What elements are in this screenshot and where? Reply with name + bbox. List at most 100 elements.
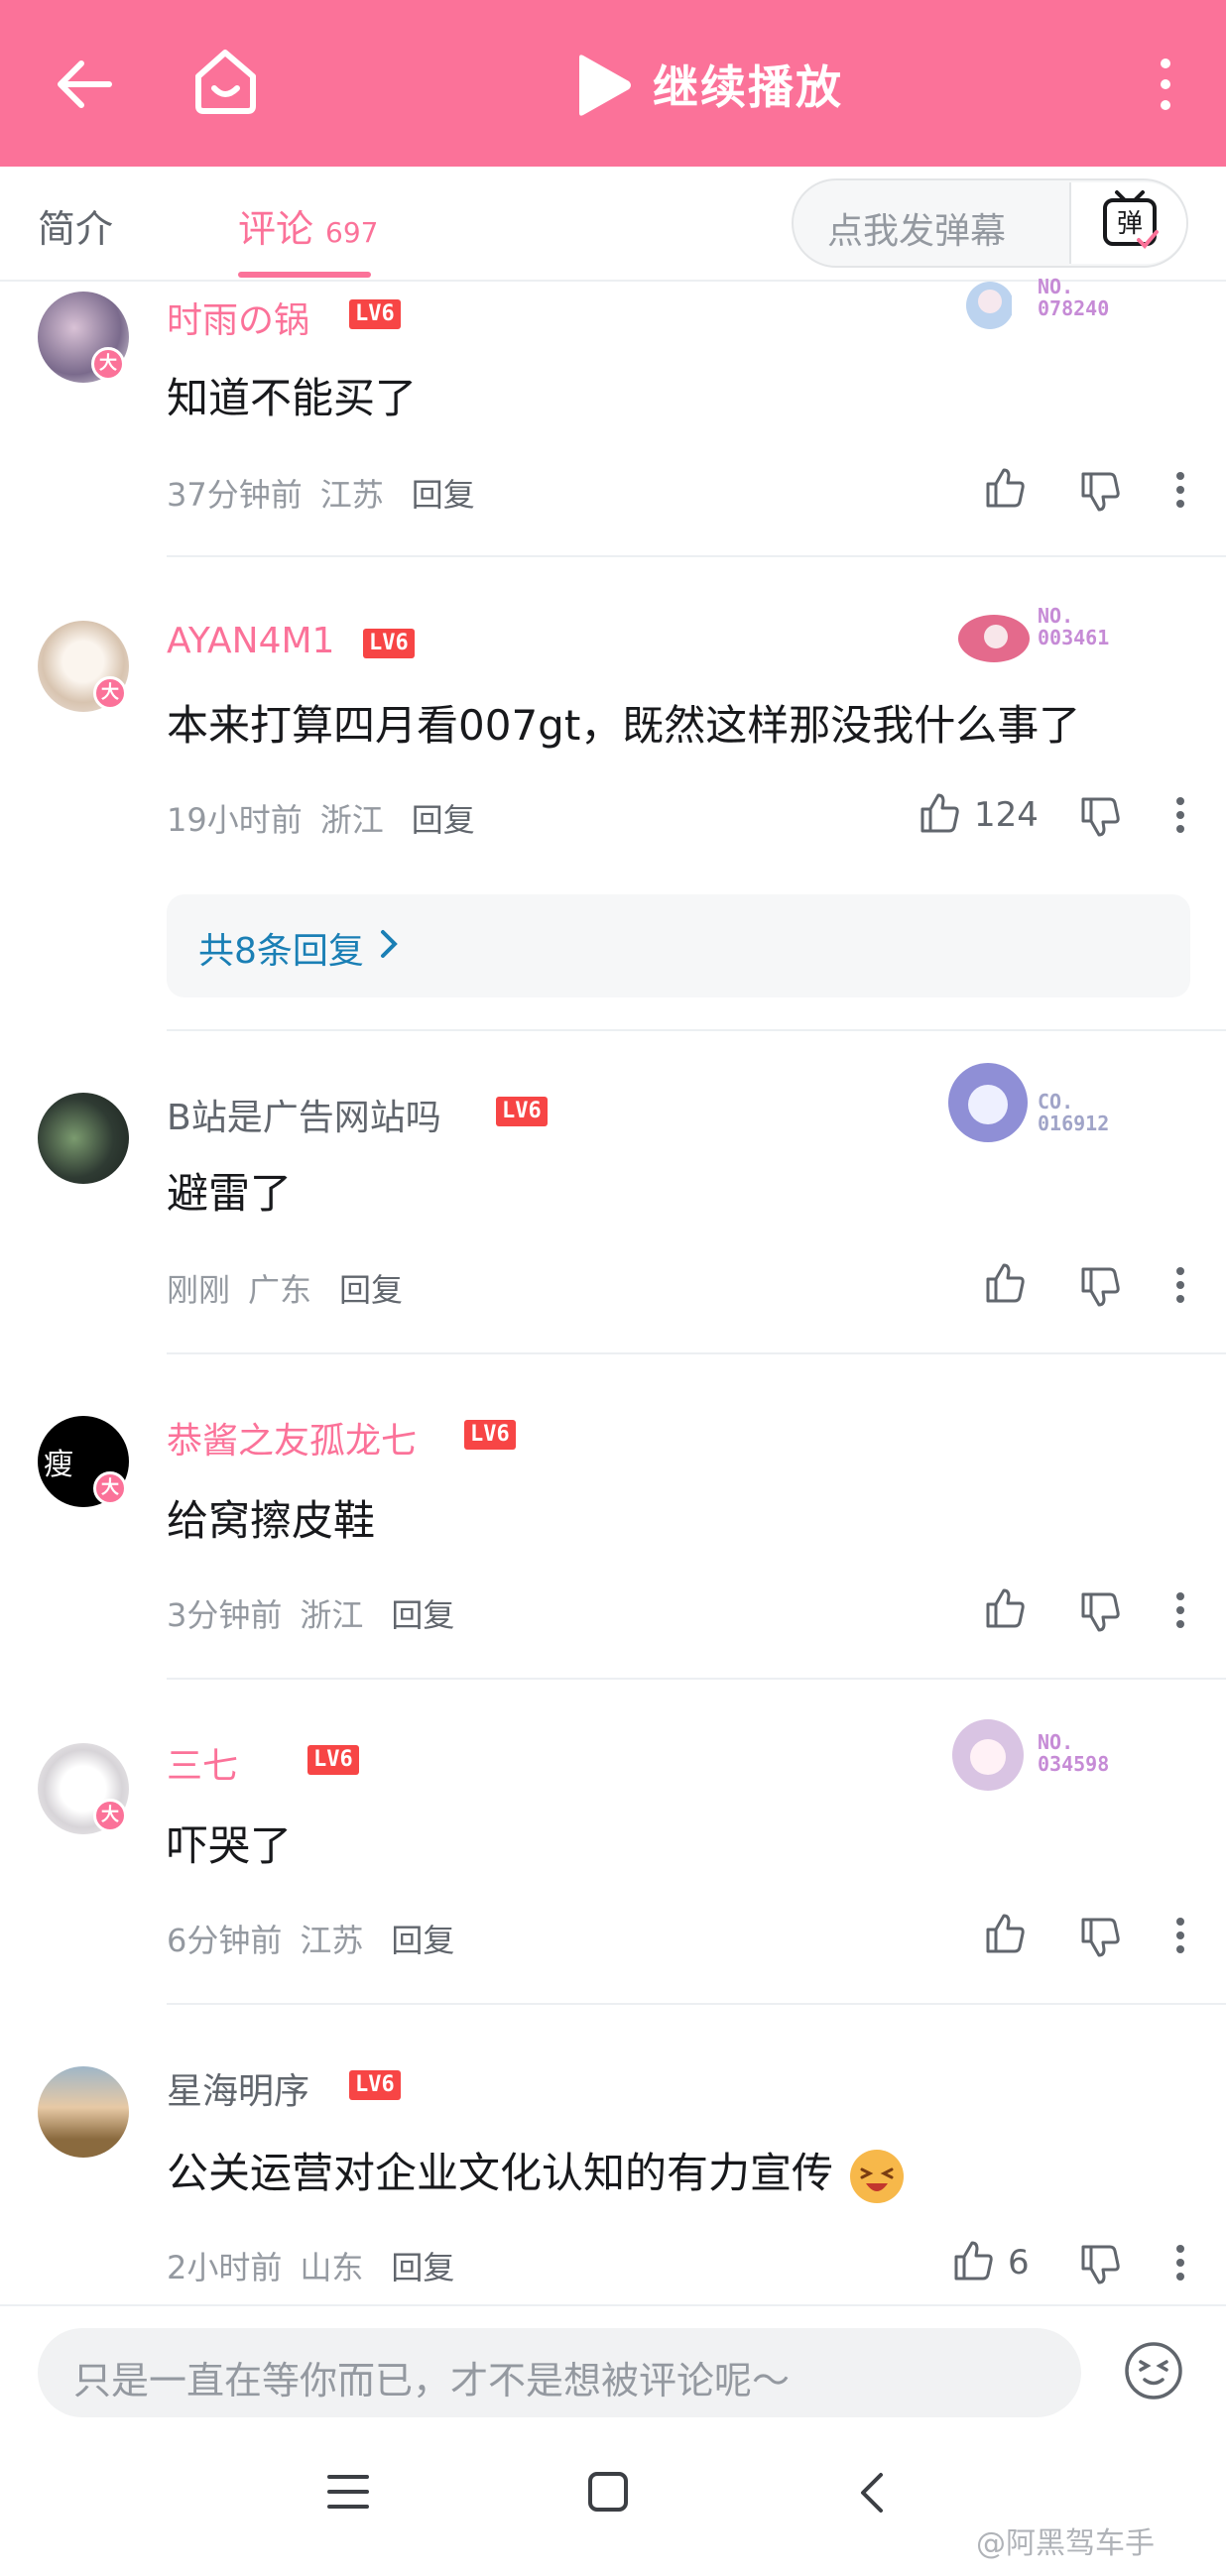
comment-time: 刚刚 [167, 1271, 231, 1309]
more-vertical-icon[interactable] [1151, 50, 1180, 119]
comment-text: 吓哭了 [167, 1821, 293, 1870]
comment-text: 避雷了 [167, 1169, 293, 1218]
divider [167, 1678, 1226, 1680]
fan-badge-character-icon [958, 615, 1030, 662]
danmaku-placeholder: 点我发弹幕 [827, 211, 1007, 252]
reply-button[interactable]: 回复 [391, 2249, 454, 2286]
comment-meta: 37分钟前 江苏 回复 [167, 470, 475, 516]
reply-button[interactable]: 回复 [391, 1922, 454, 1959]
comment-time: 2小时前 [167, 2249, 283, 2286]
dislike-icon[interactable] [1077, 1588, 1125, 1636]
dislike-icon[interactable] [1077, 2241, 1125, 2288]
level-badge: LV6 [349, 299, 401, 329]
menu-icon[interactable] [325, 2469, 371, 2515]
danmaku-toggle-button[interactable]: 弹 [1069, 182, 1186, 264]
comment-meta: 2小时前 山东 回复 [167, 2243, 454, 2288]
danmaku-tv-icon: 弹 [1103, 190, 1159, 249]
fan-badge-character-icon [952, 1719, 1024, 1791]
comment-input[interactable]: 只是一直在等你而已，才不是想被评论呢～ [38, 2328, 1081, 2417]
comment-time: 37分钟前 [167, 476, 303, 514]
comment-more-icon[interactable] [1170, 1912, 1190, 1959]
avatar[interactable] [38, 2066, 129, 2158]
dislike-icon[interactable] [1077, 793, 1125, 841]
username[interactable]: 恭酱之友孤龙七 [167, 1412, 417, 1464]
dislike-icon[interactable] [1077, 468, 1125, 516]
comment-input-placeholder: 只是一直在等你而已，才不是想被评论呢～ [73, 2359, 791, 2402]
username[interactable]: B站是广告网站吗 [167, 1089, 441, 1140]
arrow-left-icon[interactable] [50, 50, 119, 119]
home-icon[interactable] [188, 45, 263, 119]
comment-location: 江苏 [319, 476, 384, 514]
comment-text: 给窝擦皮鞋 [167, 1496, 376, 1545]
square-home-icon[interactable] [585, 2469, 631, 2515]
continue-play-title[interactable]: 继续播放 [653, 52, 843, 117]
tab-comments-label: 评论 [238, 207, 314, 251]
level-badge: LV6 [307, 1745, 359, 1775]
comment-more-icon[interactable] [1170, 2239, 1190, 2286]
like-count: 6 [1008, 2243, 1030, 2283]
username[interactable]: AYAN4M1 [167, 621, 334, 661]
comment-text-content: 公关运营对企业文化认知的有力宣传 [167, 2149, 834, 2197]
comment-more-icon[interactable] [1170, 466, 1190, 514]
level-badge: LV6 [363, 629, 415, 658]
fan-badge-number: NO. 034598 [1038, 1730, 1110, 1776]
fan-badge-number: NO. 003461 [1038, 604, 1110, 649]
comment-location: 山东 [300, 2249, 364, 2286]
comment-more-icon[interactable] [1170, 1586, 1190, 1634]
comment-meta: 3分钟前 浙江 回复 [167, 1590, 454, 1636]
comment-time: 6分钟前 [167, 1922, 283, 1959]
fan-badge-number: NO. 078240 [1038, 275, 1110, 320]
username[interactable]: 星海明序 [167, 2062, 309, 2114]
dislike-icon[interactable] [1077, 1914, 1125, 1961]
reply-button[interactable]: 回复 [412, 476, 475, 514]
username[interactable]: 三七 [167, 1737, 238, 1789]
danmaku-input[interactable]: 点我发弹幕 弹 [792, 178, 1188, 268]
comments-count: 697 [325, 216, 379, 249]
reply-button[interactable]: 回复 [339, 1271, 403, 1309]
username[interactable]: 时雨の锅 [167, 292, 309, 343]
fan-badge-number: CO. 016912 [1038, 1090, 1110, 1135]
comment-time: 3分钟前 [167, 1596, 283, 1634]
like-icon[interactable] [982, 1584, 1030, 1632]
system-nav-bar: @阿黑驾车手 [0, 2427, 1226, 2576]
comment-meta: 6分钟前 江苏 回复 [167, 1916, 454, 1961]
fan-badge: NO. 078240 [932, 272, 1161, 351]
replies-count-label: 共8条回复 [198, 931, 364, 972]
tab-intro[interactable]: 简介 [38, 198, 113, 253]
comment-more-icon[interactable] [1170, 791, 1190, 839]
chevron-right-icon [381, 930, 398, 958]
comment-meta: 19小时前 浙江 回复 [167, 795, 475, 841]
laughing-emoji-icon [850, 2149, 905, 2203]
avatar[interactable] [38, 1093, 129, 1184]
view-replies-button[interactable]: 共8条回复 [167, 894, 1190, 997]
tab-comments[interactable]: 评论 697 [238, 198, 378, 253]
fan-badge: CO. 016912 [932, 1055, 1161, 1142]
reply-button[interactable]: 回复 [391, 1596, 454, 1634]
svg-text:弹: 弹 [1117, 209, 1143, 239]
back-chevron-icon[interactable] [851, 2469, 891, 2517]
like-icon[interactable] [982, 1910, 1030, 1957]
comment-location: 江苏 [300, 1922, 364, 1959]
comment-meta: 刚刚 广东 回复 [167, 1265, 403, 1311]
divider [167, 1352, 1226, 1354]
emoji-face-icon[interactable] [1123, 2340, 1184, 2401]
comment-time: 19小时前 [167, 801, 303, 839]
comment-location: 浙江 [300, 1596, 364, 1634]
like-icon[interactable] [982, 464, 1030, 512]
comment-location: 浙江 [319, 801, 384, 839]
active-tab-indicator [238, 272, 371, 278]
comment-location: 广东 [248, 1271, 312, 1309]
like-icon[interactable] [982, 1259, 1030, 1307]
comment-more-icon[interactable] [1170, 1261, 1190, 1309]
fan-badge: NO. 003461 [932, 601, 1161, 680]
reply-button[interactable]: 回复 [412, 801, 475, 839]
like-icon[interactable] [950, 2237, 998, 2284]
dislike-icon[interactable] [1077, 1263, 1125, 1311]
divider [167, 1029, 1226, 1031]
comment-text: 公关运营对企业文化认知的有力宣传 [167, 2140, 908, 2207]
play-icon[interactable] [565, 50, 637, 121]
like-icon[interactable] [917, 789, 964, 837]
fan-badge: NO. 034598 [932, 1709, 1161, 1791]
watermark: @阿黑驾车手 [976, 2526, 1155, 2561]
avatar-glyph: 瘦 [44, 1448, 73, 1482]
